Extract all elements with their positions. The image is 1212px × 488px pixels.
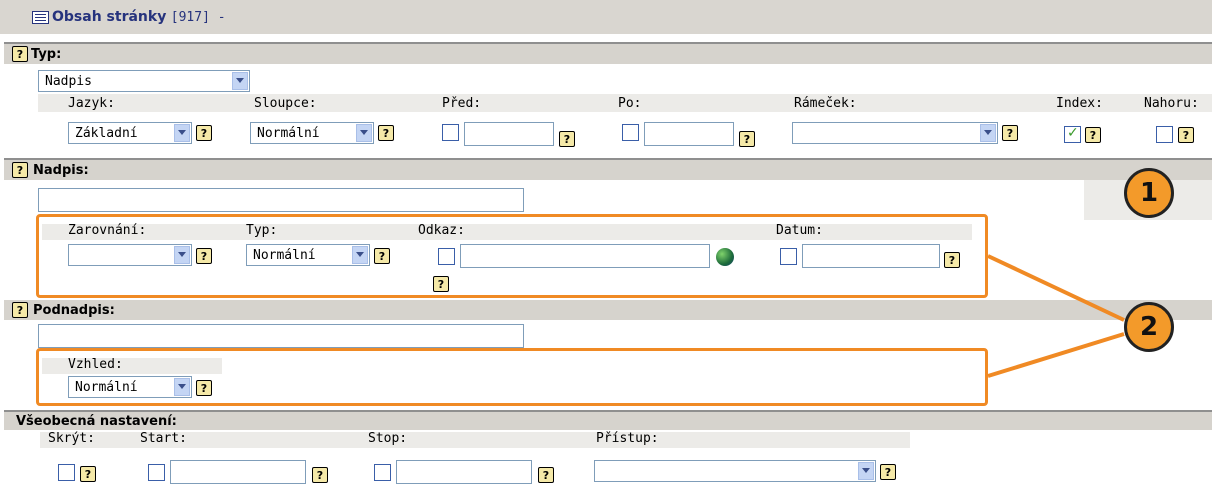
callout-line-bottom bbox=[987, 332, 1125, 378]
callout-line-top bbox=[987, 254, 1125, 322]
callout-badge-2: 2 bbox=[1124, 302, 1174, 352]
callout-connector-lines bbox=[987, 254, 1125, 378]
callout-badge-1: 1 bbox=[1124, 168, 1174, 218]
